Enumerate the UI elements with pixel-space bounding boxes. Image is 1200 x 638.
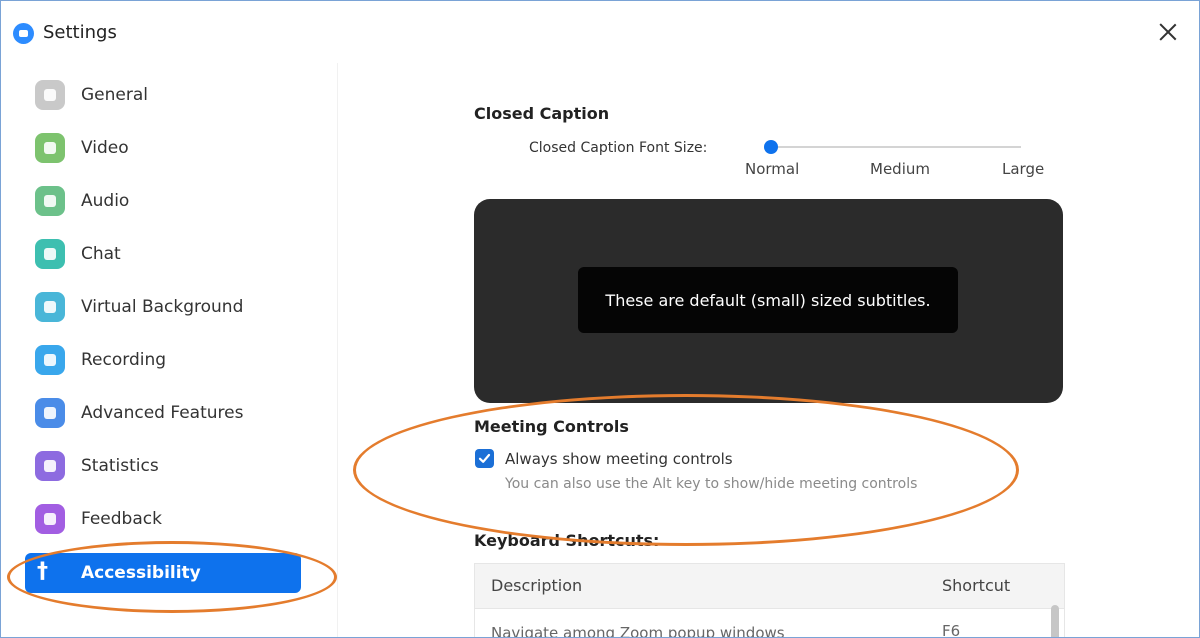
sidebar-item-label: Advanced Features	[81, 403, 244, 423]
sidebar-item-chat[interactable]: Chat	[1, 226, 337, 279]
close-button[interactable]	[1153, 17, 1183, 47]
caption-preview: These are default (small) sized subtitle…	[474, 199, 1063, 403]
sidebar-item-accessibility[interactable]: † Accessibility	[1, 549, 337, 602]
slider-option-medium: Medium	[870, 160, 930, 178]
shortcuts-scrollbar[interactable]	[1051, 605, 1059, 637]
slider-thumb[interactable]	[764, 140, 778, 154]
sidebar-divider	[337, 63, 338, 637]
shortcuts-table-header: Description Shortcut	[475, 564, 1064, 609]
meeting-controls-heading: Meeting Controls	[474, 417, 629, 436]
checkmark-icon	[478, 453, 491, 463]
sidebar-item-recording[interactable]: Recording	[1, 332, 337, 385]
shortcuts-table: Description Shortcut Navigate among Zoom…	[474, 563, 1065, 638]
caption-preview-text: These are default (small) sized subtitle…	[578, 267, 958, 333]
sidebar-item-statistics[interactable]: Statistics	[1, 438, 337, 491]
zoom-logo-icon	[13, 23, 34, 44]
sidebar-item-video[interactable]: Video	[1, 120, 337, 173]
sidebar-item-audio[interactable]: Audio	[1, 173, 337, 226]
gear-icon	[35, 80, 65, 110]
sidebar-item-advanced-features[interactable]: Advanced Features	[1, 385, 337, 438]
bar-chart-icon	[35, 451, 65, 481]
headphones-icon	[35, 186, 65, 216]
accessibility-icon: †	[37, 559, 48, 584]
settings-sidebar: General Video Audio Chat Virtual Backgro…	[1, 63, 337, 637]
sidebar-item-label: Virtual Background	[81, 297, 244, 317]
always-show-controls-checkbox[interactable]	[475, 449, 494, 468]
sidebar-item-feedback[interactable]: Feedback	[1, 491, 337, 544]
record-icon	[35, 345, 65, 375]
sidebar-item-label: Chat	[81, 244, 121, 264]
sidebar-item-label: Audio	[81, 191, 130, 211]
row-shortcut[interactable]: F6	[942, 622, 960, 637]
meeting-controls-hint: You can also use the Alt key to show/hid…	[505, 476, 918, 492]
annotation-ellipse-meeting-controls	[353, 394, 1019, 546]
caption-font-size-slider[interactable]	[764, 140, 1021, 154]
sidebar-item-label: Statistics	[81, 456, 159, 476]
sidebar-item-label: Accessibility	[81, 563, 201, 583]
slider-option-normal: Normal	[745, 160, 800, 178]
video-camera-icon	[35, 133, 65, 163]
slider-option-large: Large	[1002, 160, 1045, 178]
sidebar-item-virtual-background[interactable]: Virtual Background	[1, 279, 337, 332]
closed-caption-heading: Closed Caption	[474, 104, 610, 123]
sidebar-item-general[interactable]: General	[1, 67, 337, 120]
column-header-description: Description	[491, 576, 583, 595]
sidebar-item-label: Recording	[81, 350, 167, 370]
row-description: Navigate among Zoom popup windows	[491, 624, 785, 638]
keyboard-shortcuts-heading: Keyboard Shortcuts:	[474, 531, 660, 550]
sidebar-item-label: Feedback	[81, 509, 162, 529]
always-show-controls-label[interactable]: Always show meeting controls	[505, 450, 733, 468]
person-background-icon	[35, 292, 65, 322]
sidebar-item-label: General	[81, 85, 148, 105]
smiley-icon	[35, 504, 65, 534]
chat-bubble-icon	[35, 239, 65, 269]
window-title: Settings	[43, 22, 117, 43]
column-header-shortcut: Shortcut	[942, 576, 1011, 595]
title-bar: Settings	[1, 1, 1199, 63]
settings-window: Settings General Video Audio Chat Virtua…	[0, 0, 1200, 638]
sparkle-icon	[35, 398, 65, 428]
caption-font-size-label: Closed Caption Font Size:	[529, 140, 708, 156]
sidebar-item-label: Video	[81, 138, 129, 158]
